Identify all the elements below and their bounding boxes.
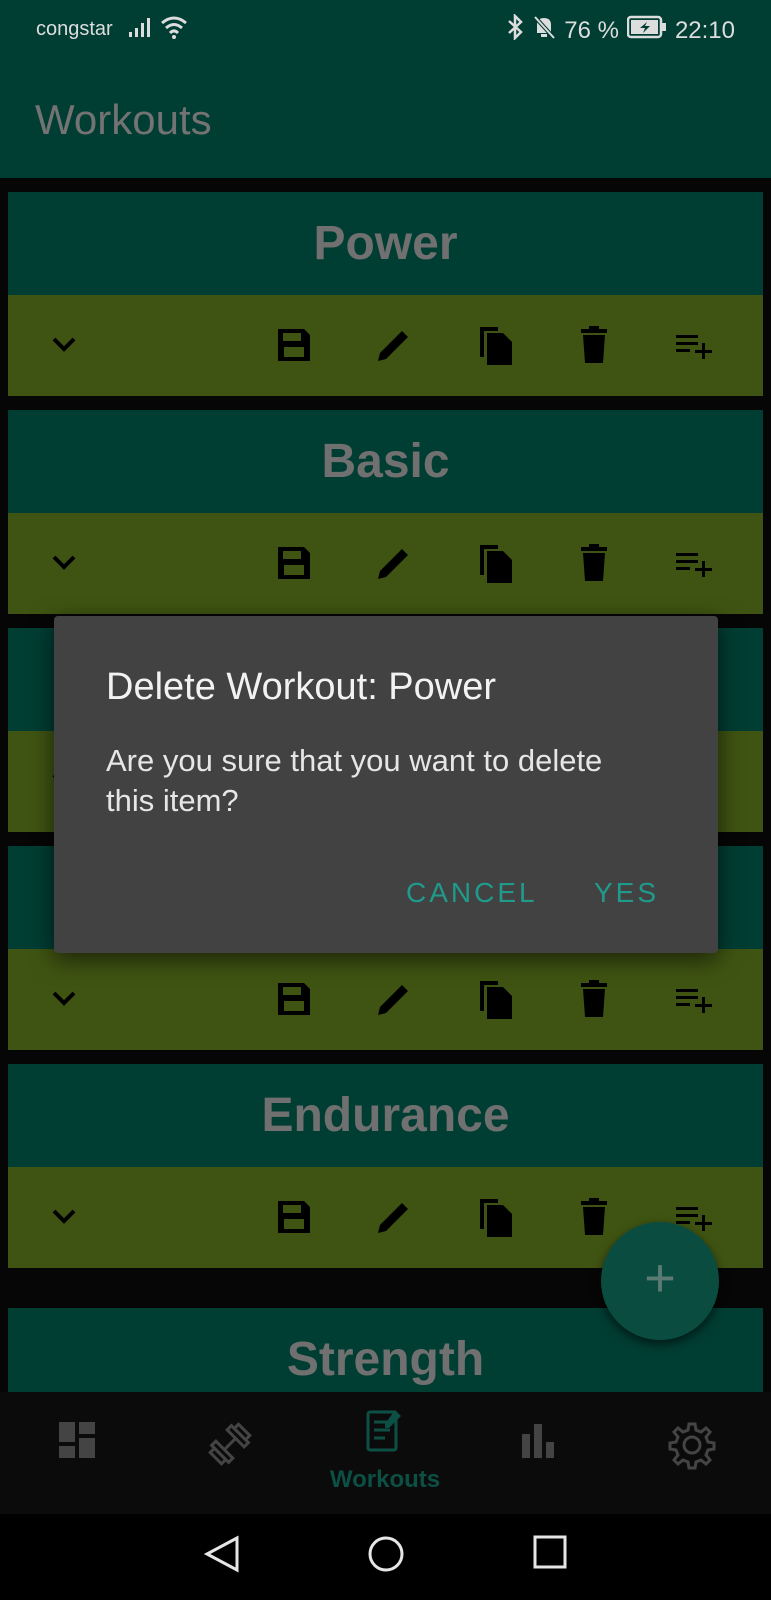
carrier-name: congstar	[36, 18, 113, 40]
dialog-message: Are you sure that you want to delete thi…	[106, 743, 603, 818]
save-icon[interactable]	[272, 977, 316, 1021]
workout-card-title[interactable]: Basic	[8, 410, 763, 513]
back-icon[interactable]	[203, 1534, 241, 1579]
workout-card-title[interactable]: Power	[8, 192, 763, 295]
edit-pencil-icon[interactable]	[372, 977, 416, 1021]
status-right: 76 % 22:10	[506, 12, 735, 47]
save-icon[interactable]	[272, 541, 316, 585]
edit-pencil-icon[interactable]	[372, 1195, 416, 1239]
workout-card-actions	[8, 513, 763, 614]
bar-chart-icon	[518, 1420, 558, 1465]
yes-button[interactable]: YES	[594, 877, 659, 909]
copy-icon[interactable]	[472, 1195, 516, 1239]
battery-icon	[626, 15, 667, 46]
edit-pencil-icon[interactable]	[372, 323, 416, 367]
bluetooth-icon	[506, 12, 524, 47]
battery-percent: 76 %	[564, 16, 619, 44]
chevron-down-icon[interactable]	[42, 323, 86, 367]
cancel-button[interactable]: CANCEL	[406, 877, 538, 909]
chevron-down-icon[interactable]	[42, 541, 86, 585]
playlist-add-icon[interactable]	[672, 541, 716, 585]
dashboard-icon	[57, 1420, 97, 1465]
copy-icon[interactable]	[472, 323, 516, 367]
plus-icon: +	[644, 1248, 676, 1308]
home-icon[interactable]	[366, 1534, 406, 1579]
playlist-add-icon[interactable]	[672, 323, 716, 367]
status-bar: congstar 76 % 22:10	[0, 0, 771, 60]
recents-icon[interactable]	[532, 1534, 568, 1575]
settings-icon	[667, 1420, 717, 1475]
nav-settings[interactable]	[617, 1392, 767, 1514]
nav-workouts-label: Workouts	[329, 1466, 441, 1493]
workout-card-title[interactable]: Endurance	[8, 1064, 763, 1167]
save-icon[interactable]	[272, 1195, 316, 1239]
workout-card: Power	[8, 192, 763, 396]
copy-icon[interactable]	[472, 977, 516, 1021]
clock: 22:10	[674, 16, 735, 44]
playlist-add-icon[interactable]	[672, 977, 716, 1021]
wifi-icon	[160, 14, 188, 46]
signal-icon	[128, 16, 154, 44]
delete-confirm-dialog: Delete Workout: Power Are you sure that …	[54, 616, 718, 953]
nav-dashboard[interactable]	[2, 1392, 152, 1514]
workouts-icon	[365, 1406, 405, 1459]
app-bar: Workouts	[0, 60, 771, 178]
nav-exercises[interactable]	[155, 1392, 305, 1514]
edit-pencil-icon[interactable]	[372, 541, 416, 585]
add-workout-button[interactable]: +	[601, 1222, 719, 1340]
chevron-down-icon[interactable]	[42, 977, 86, 1021]
delete-trash-icon[interactable]	[572, 323, 616, 367]
save-icon[interactable]	[272, 323, 316, 367]
mute-bell-icon	[532, 14, 556, 47]
dumbbell-icon	[206, 1420, 254, 1473]
dialog-title: Delete Workout: Power	[106, 666, 497, 708]
delete-trash-icon[interactable]	[572, 541, 616, 585]
workout-card: Basic	[8, 410, 763, 614]
delete-trash-icon[interactable]	[572, 977, 616, 1021]
system-nav-bar	[0, 1514, 771, 1600]
chevron-down-icon[interactable]	[42, 1195, 86, 1239]
workout-card-actions	[8, 295, 763, 396]
copy-icon[interactable]	[472, 541, 516, 585]
nav-workouts[interactable]: Workouts	[310, 1392, 460, 1514]
bottom-nav: Workouts	[0, 1392, 771, 1514]
nav-statistics[interactable]	[463, 1392, 613, 1514]
page-title: Workouts	[35, 96, 212, 143]
workout-card-actions	[8, 949, 763, 1050]
